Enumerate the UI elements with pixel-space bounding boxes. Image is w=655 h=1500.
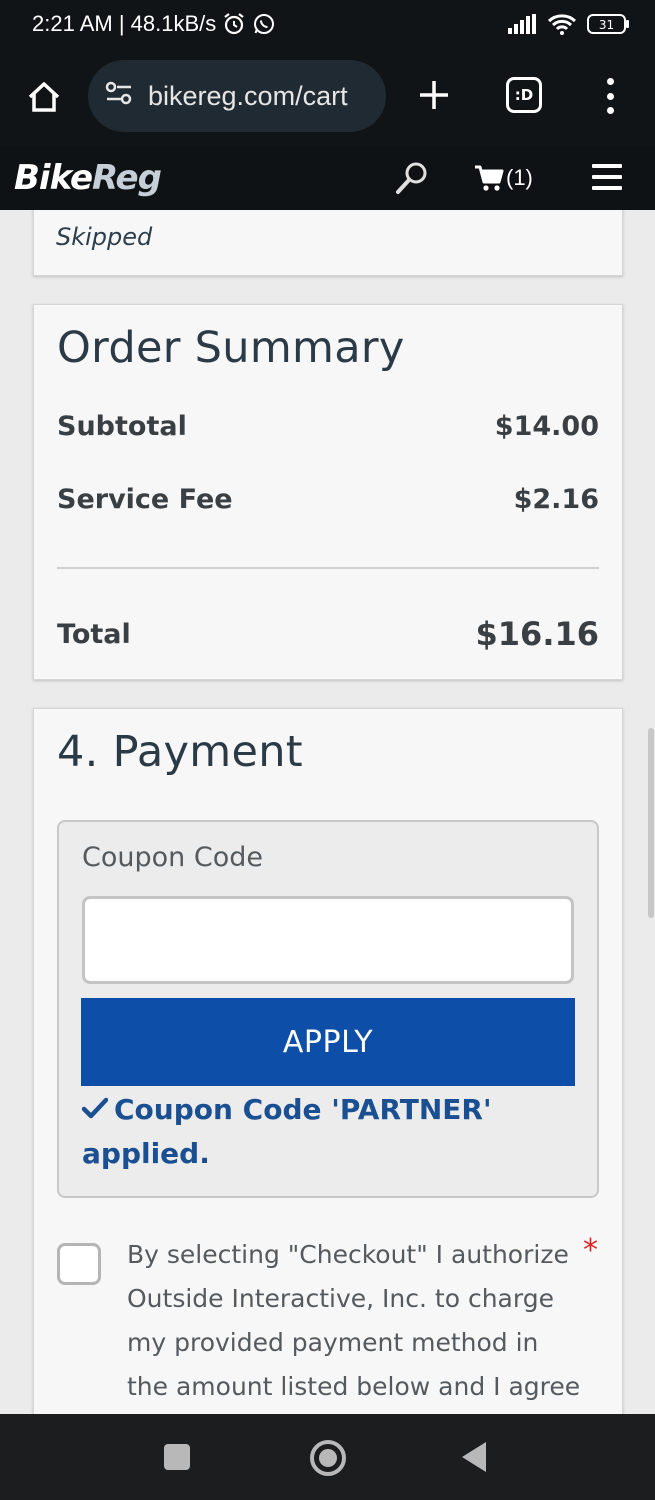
total-row: Total $16.16	[57, 615, 599, 653]
tabs-icon[interactable]: :D	[506, 77, 542, 113]
cart-count: (1)	[506, 165, 533, 190]
required-asterisk: *	[583, 1233, 598, 1268]
bikereg-logo[interactable]: BikeReg	[14, 158, 162, 198]
site-settings-icon[interactable]	[104, 78, 134, 115]
url-text[interactable]: bikereg.com/cart	[148, 81, 348, 112]
coupon-section: Coupon Code APPLY Coupon Code 'PARTNER' …	[57, 820, 599, 1198]
system-nav-bar	[0, 1414, 655, 1500]
alarm-icon	[222, 12, 246, 36]
home-icon	[28, 82, 60, 112]
authorize-checkbox[interactable]	[57, 1243, 101, 1285]
order-summary-title: Order Summary	[57, 323, 405, 373]
skipped-label: Skipped	[56, 223, 153, 251]
order-summary-card: Order Summary Subtotal $14.00 Service Fe…	[33, 304, 623, 680]
recents-icon[interactable]	[164, 1444, 190, 1470]
apply-coupon-button[interactable]: APPLY	[81, 998, 575, 1086]
more-vert-icon[interactable]	[596, 74, 624, 118]
total-label: Total	[57, 618, 131, 650]
whatsapp-icon	[252, 12, 276, 36]
service-fee-value: $2.16	[513, 484, 599, 515]
summary-divider	[57, 567, 599, 569]
subtotal-value: $14.00	[494, 411, 599, 442]
wifi-icon	[547, 13, 577, 35]
coupon-applied-message: Coupon Code 'PARTNER' applied.	[81, 1088, 502, 1176]
coupon-code-label: Coupon Code	[82, 842, 263, 873]
service-fee-label: Service Fee	[57, 484, 233, 515]
logo-part2: Reg	[92, 158, 162, 198]
cart-button[interactable]: (1)	[474, 160, 533, 196]
status-time: 2:21 AM | 48.1kB/s	[32, 11, 217, 36]
browser-home-button[interactable]	[20, 73, 68, 121]
coupon-applied-text: Coupon Code 'PARTNER' applied.	[82, 1093, 492, 1170]
total-value: $16.16	[475, 615, 599, 653]
subtotal-row: Subtotal $14.00	[57, 411, 599, 442]
status-right: 31	[507, 13, 631, 35]
site-header: BikeReg (1)	[0, 146, 655, 210]
subtotal-label: Subtotal	[57, 411, 187, 442]
hamburger-menu-icon[interactable]	[592, 164, 622, 190]
payment-title: 4. Payment	[57, 727, 303, 777]
status-left: 2:21 AM | 48.1kB/s	[32, 11, 276, 37]
authorization-text: By selecting "Checkout" I authorize Outs…	[127, 1240, 581, 1401]
checkmark-icon	[81, 1088, 109, 1132]
browser-toolbar: bikereg.com/cart :D	[0, 48, 655, 146]
page-content: Skipped Order Summary Subtotal $14.00 Se…	[0, 210, 655, 1414]
url-bar[interactable]: bikereg.com/cart	[88, 60, 386, 132]
battery-icon: 31	[587, 13, 631, 35]
logo-part1: Bike	[14, 158, 93, 198]
signal-icon	[507, 14, 537, 34]
battery-level: 31	[599, 18, 614, 32]
page-scrollbar[interactable]	[648, 728, 654, 918]
plus-icon	[420, 81, 448, 109]
service-fee-row: Service Fee $2.16	[57, 484, 599, 515]
cart-icon	[475, 165, 504, 191]
apply-button-label: APPLY	[282, 1024, 374, 1060]
status-bar: 2:21 AM | 48.1kB/s 31	[0, 0, 655, 48]
search-icon[interactable]	[394, 160, 430, 196]
tabs-label: :D	[514, 86, 534, 104]
home-nav-icon[interactable]	[310, 1440, 346, 1476]
back-icon[interactable]	[462, 1442, 486, 1472]
payment-card: 4. Payment Coupon Code APPLY Coupon Code…	[33, 708, 623, 1414]
previous-section-card: Skipped	[33, 210, 623, 276]
coupon-code-input[interactable]	[82, 896, 574, 984]
new-tab-button[interactable]	[414, 75, 454, 115]
